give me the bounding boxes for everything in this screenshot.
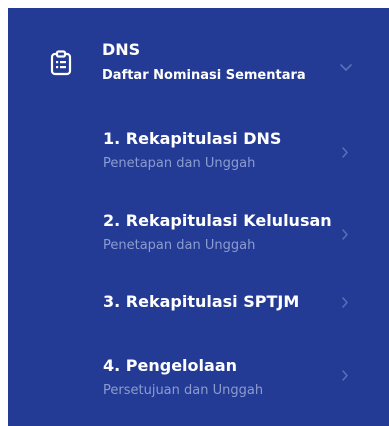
menu-item-label: 4. Pengelolaan bbox=[103, 356, 237, 375]
clipboard-list-icon bbox=[50, 50, 72, 76]
sidebar-menu-panel: DNS Daftar Nominasi Sementara 1. Rekapit… bbox=[8, 8, 389, 426]
menu-item-rekapitulasi-kelulusan[interactable]: 2. Rekapitulasi Kelulusan Penetapan dan … bbox=[8, 210, 389, 262]
menu-item-pengelolaan[interactable]: 4. Pengelolaan Persetujuan dan Unggah bbox=[8, 355, 389, 407]
menu-item-label: 1. Rekapitulasi DNS bbox=[103, 129, 282, 148]
menu-group-dns[interactable]: DNS Daftar Nominasi Sementara bbox=[8, 36, 389, 106]
menu-item-label: 3. Rekapitulasi SPTJM bbox=[103, 292, 300, 311]
menu-item-rekapitulasi-dns[interactable]: 1. Rekapitulasi DNS Penetapan dan Unggah bbox=[8, 128, 389, 180]
chevron-right-icon bbox=[342, 297, 348, 308]
menu-item-description: Persetujuan dan Unggah bbox=[103, 383, 264, 398]
menu-item-description: Penetapan dan Unggah bbox=[103, 238, 256, 253]
menu-item-rekapitulasi-sptjm[interactable]: 3. Rekapitulasi SPTJM bbox=[8, 291, 389, 343]
chevron-right-icon bbox=[342, 229, 348, 240]
menu-group-subtitle: Daftar Nominasi Sementara bbox=[102, 68, 306, 83]
menu-item-description: Penetapan dan Unggah bbox=[103, 156, 256, 171]
chevron-right-icon bbox=[342, 147, 348, 158]
chevron-right-icon bbox=[342, 370, 348, 381]
chevron-down-icon[interactable] bbox=[340, 64, 352, 72]
menu-group-title: DNS bbox=[102, 40, 141, 59]
menu-item-label: 2. Rekapitulasi Kelulusan bbox=[103, 211, 332, 230]
